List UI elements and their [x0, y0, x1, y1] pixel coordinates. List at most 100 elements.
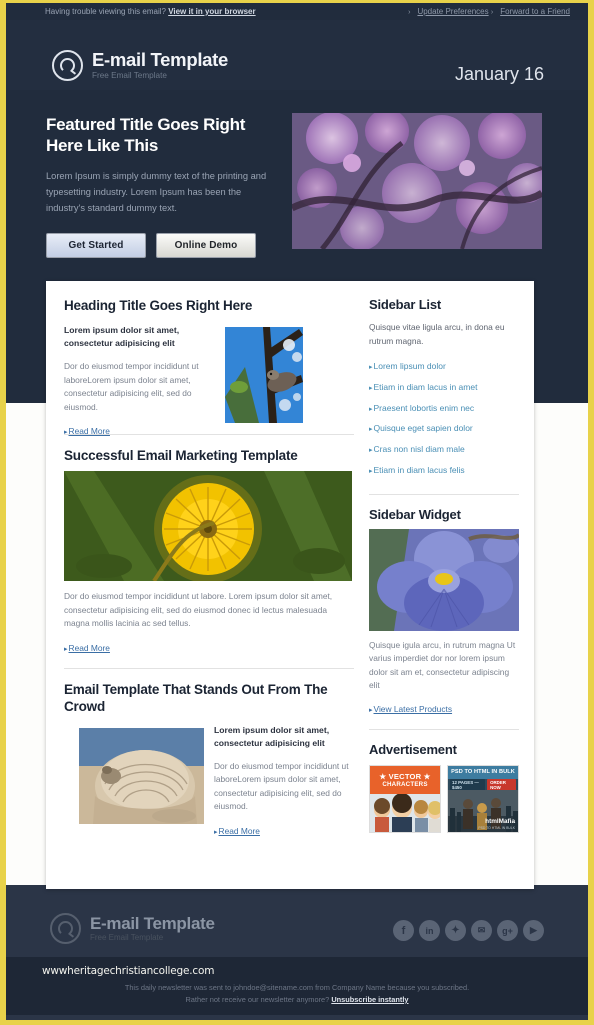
facebook-icon[interactable]: f — [393, 920, 414, 941]
at-circle-logo-icon — [50, 913, 81, 944]
article-1-text: Lorem ipsum dolor sit amet, consectetur … — [64, 324, 214, 439]
preheader-right: › Update Preferences › Forward to a Friend — [408, 7, 570, 16]
footer-logo-title: E-mail Template — [90, 914, 215, 933]
email-footer: E-mail Template Free Email Template f in… — [6, 895, 588, 1020]
ad2-brand: htmlMafia — [485, 817, 515, 825]
arrow-icon: ▸ — [369, 405, 373, 413]
bullet-icon: › — [490, 9, 494, 16]
header-date: January 16 — [454, 64, 544, 84]
divider — [369, 493, 519, 495]
site-url-watermark: wwwheritagechristiancollege.com — [42, 965, 215, 977]
ad1-line1: ★ VECTOR ★ — [379, 772, 431, 782]
footer-fine-line-2: Rather not receive our newsletter anymor… — [6, 995, 588, 1004]
get-started-button[interactable]: Get Started — [46, 233, 146, 258]
article-3-image-shell — [79, 727, 204, 824]
sidebar-link-list: ▸Lorem lipsum dolor ▸Etiam in diam lacus… — [369, 357, 519, 482]
youtube-icon[interactable]: ▶ — [523, 920, 544, 941]
email-icon[interactable]: ✉ — [471, 920, 492, 941]
article-1-read-more-link[interactable]: Read More — [69, 426, 110, 436]
sidebar-column: Sidebar List Quisque vitae ligula arcu, … — [369, 297, 519, 833]
article-3-heading: Email Template That Stands Out From The … — [64, 681, 328, 714]
article-2-read-more-link[interactable]: Read More — [69, 643, 110, 653]
article-1-body: Dor do eiusmod tempor incididunt ut labo… — [64, 361, 199, 412]
logo-text-block: E-mail Template Free Email Template — [92, 50, 228, 81]
divider — [369, 728, 519, 730]
main-column: Heading Title Goes Right Here Lorem ipsu… — [64, 297, 354, 836]
linkedin-icon[interactable]: in — [419, 920, 440, 941]
arrow-icon: ▸ — [369, 364, 373, 371]
ad-vector-characters[interactable]: ★ VECTOR ★ CHARACTERS — [369, 764, 441, 833]
advertisement-title: Advertisement — [369, 741, 457, 757]
hero-title: Featured Title Goes Right Here Like This — [46, 115, 246, 155]
view-latest-products-link[interactable]: View Latest Products — [374, 704, 453, 714]
preheader-left: Having trouble viewing this email? View … — [45, 7, 256, 16]
at-circle-logo-icon — [52, 50, 83, 81]
article-3: Lorem ipsum dolor sit amet, consectetur … — [64, 724, 354, 836]
email-template-page: Having trouble viewing this email? View … — [0, 0, 594, 1025]
arrow-icon: ▸ — [369, 384, 373, 392]
arrow-icon: ▸ — [369, 467, 373, 475]
sidebar-list-item[interactable]: ▸Etiam in diam lacus in amet — [369, 378, 519, 399]
article-1: Lorem ipsum dolor sit amet, consectetur … — [64, 324, 354, 436]
sidebar-widget-title: Sidebar Widget — [369, 506, 461, 522]
social-icons-row: f in ✦ ✉ g+ ▶ — [393, 920, 544, 941]
sidebar-list-item-label: Etiam in diam lacus felis — [373, 464, 465, 475]
divider — [64, 667, 354, 669]
sidebar-list-item-label: Lorem lipsum dolor — [373, 361, 446, 371]
hero-text-column: Featured Title Goes Right Here Like This… — [46, 114, 281, 258]
advertisement-banners: ★ VECTOR ★ CHARACTERS PSD TO HTML IN BUL… — [369, 764, 519, 833]
logo-subtitle: Free Email Template — [92, 71, 167, 80]
ad2-brand-sub: PSD TO HTML IN BULK — [478, 825, 515, 830]
arrow-icon: ▸ — [64, 645, 68, 653]
footer-logo-text: E-mail Template Free Email Template — [90, 914, 215, 943]
arrow-icon: ▸ — [214, 828, 218, 836]
sidebar-list-item[interactable]: ▸Lorem lipsum dolor — [369, 357, 519, 378]
sidebar-list-item[interactable]: ▸Etiam in diam lacus felis — [369, 461, 519, 482]
arrow-icon: ▸ — [64, 429, 68, 436]
bullet-icon: › — [408, 9, 411, 16]
sidebar-list-item[interactable]: ▸Praesent lobortis enim nec — [369, 399, 519, 420]
view-in-browser-link[interactable]: View it in your browser — [168, 7, 255, 16]
hero-section: Featured Title Goes Right Here Like This… — [6, 100, 588, 260]
article-3-text: Lorem ipsum dolor sit amet, consectetur … — [214, 724, 354, 839]
header-logo[interactable]: E-mail Template Free Email Template — [52, 50, 228, 81]
article-3-lead: Lorem ipsum dolor sit amet, consectetur … — [214, 724, 330, 748]
article-2-image-dandelion — [64, 471, 352, 581]
article-1-image-bird — [225, 327, 303, 423]
ad1-line2: CHARACTERS — [382, 781, 428, 789]
sidebar-list-item-label: Cras non nisl diam male — [373, 444, 465, 455]
ad-psd-to-html[interactable]: PSD TO HTML IN BULK 12 PAGES — $450 ORDE… — [447, 764, 519, 833]
logo-title: E-mail Template — [92, 49, 229, 70]
forward-to-friend-link[interactable]: Forward to a Friend — [500, 7, 570, 16]
article-2-body: Dor do eiusmod tempor incididunt ut labo… — [64, 591, 333, 628]
unsubscribe-link[interactable]: Unsubscribe instantly — [331, 995, 408, 1004]
arrow-icon: ▸ — [369, 447, 373, 455]
unsubscribe-prefix: Rather not receive our newsletter anymor… — [185, 995, 330, 1004]
hero-body: Lorem Ipsum is simply dummy text of the … — [46, 171, 267, 213]
sidebar-image-iris — [369, 528, 519, 631]
hero-buttons: Get Started Online Demo — [46, 233, 281, 258]
footer-logo-subtitle: Free Email Template — [90, 933, 164, 942]
google-plus-icon[interactable]: g+ — [497, 920, 518, 941]
preheader-bar: Having trouble viewing this email? View … — [6, 3, 588, 20]
footer-fine-line-1: This daily newsletter was sent to johndo… — [124, 983, 470, 992]
email-header: E-mail Template Free Email Template Janu… — [6, 20, 588, 90]
sidebar-list-item-label: Praesent lobortis enim nec — [373, 402, 475, 413]
article-3-read-more-link[interactable]: Read More — [219, 826, 260, 836]
footer-logo[interactable]: E-mail Template Free Email Template — [50, 913, 215, 944]
arrow-icon: ▸ — [369, 426, 373, 434]
twitter-icon[interactable]: ✦ — [445, 920, 466, 941]
sidebar-list-item[interactable]: ▸Cras non nisl diam male — [369, 440, 519, 461]
sidebar-list-item-label: Etiam in diam lacus in amet — [373, 381, 478, 392]
sidebar-list-intro: Quisque vitae ligula arcu, in dona eu ru… — [369, 322, 505, 346]
sidebar-list-item[interactable]: ▸Quisque eget sapien dolor — [369, 419, 519, 440]
content-card: Heading Title Goes Right Here Lorem ipsu… — [46, 281, 534, 889]
arrow-icon: ▸ — [369, 706, 373, 714]
update-preferences-link[interactable]: Update Preferences — [417, 7, 488, 16]
sidebar-list-title: Sidebar List — [369, 297, 442, 312]
article-2-heading: Successful Email Marketing Template — [64, 448, 298, 463]
online-demo-button[interactable]: Online Demo — [156, 233, 256, 258]
article-1-heading: Heading Title Goes Right Here — [64, 298, 253, 313]
article-1-lead: Lorem ipsum dolor sit amet, consectetur … — [64, 325, 180, 348]
trouble-text: Having trouble viewing this email? — [45, 7, 166, 16]
